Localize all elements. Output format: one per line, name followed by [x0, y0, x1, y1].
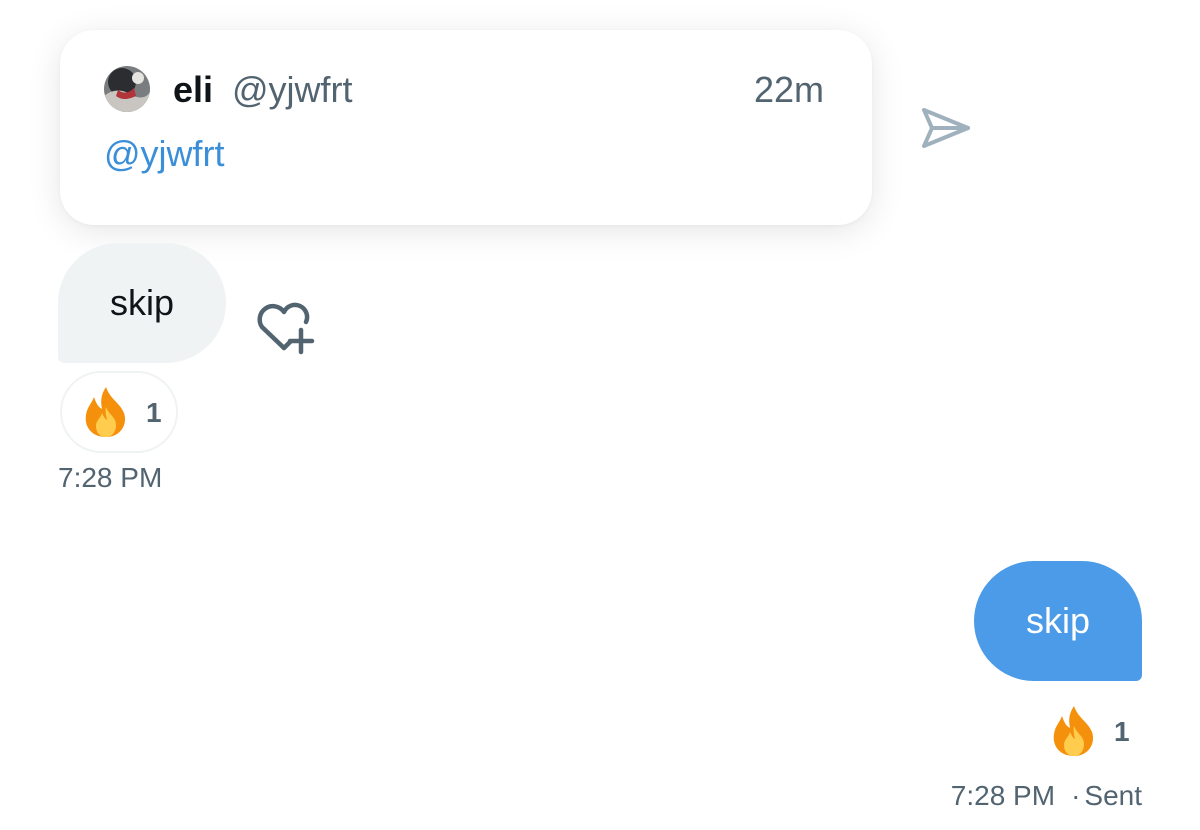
avatar[interactable]: [104, 66, 150, 112]
sent-message-text: skip: [1025, 600, 1091, 641]
sent-status-label: Sent: [1084, 780, 1142, 811]
paper-plane-icon: [922, 108, 970, 148]
share-button[interactable]: [916, 100, 976, 160]
fire-icon[interactable]: [1044, 702, 1104, 762]
shared-tweet-card[interactable]: eli @yjwfrt 22m @yjwfrt: [60, 30, 872, 225]
status-separator: ·: [1071, 780, 1081, 811]
fire-icon: [85, 387, 126, 437]
tweet-author-handle[interactable]: @yjwfrt: [232, 68, 353, 112]
avatar-image: [104, 66, 150, 112]
sent-message-bubble[interactable]: skip: [974, 561, 1142, 681]
received-message-text: skip: [109, 282, 175, 323]
dm-conversation: eli @yjwfrt 22m @yjwfrt skip 1 7:28 PM s…: [0, 0, 1200, 830]
sent-reaction-count: 1: [1114, 716, 1130, 747]
heart-plus-icon: [257, 302, 315, 355]
add-reaction-button[interactable]: [250, 298, 320, 360]
received-message-timestamp: 7:28 PM: [58, 462, 163, 493]
received-reaction-pill[interactable]: 1: [60, 371, 178, 453]
sent-message-status: 7:28 PM · Sent: [951, 778, 1142, 814]
tweet-mention-link[interactable]: @yjwfrt: [104, 132, 225, 176]
sent-message-timestamp: 7:28 PM: [950, 780, 1056, 811]
tweet-author-name[interactable]: eli: [173, 68, 213, 112]
received-message-bubble[interactable]: skip: [58, 243, 226, 363]
received-reaction-count: 1: [146, 397, 162, 428]
tweet-timestamp: 22m: [753, 69, 824, 110]
